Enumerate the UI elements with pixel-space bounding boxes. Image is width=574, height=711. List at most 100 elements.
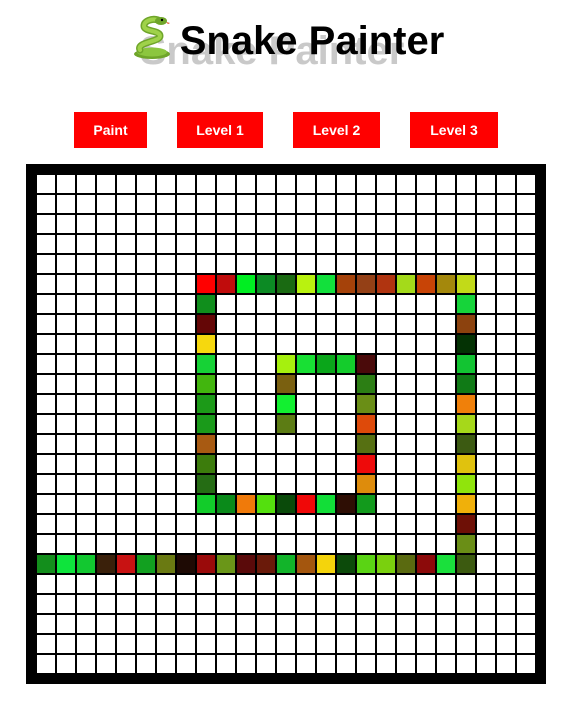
grid-cell[interactable]	[396, 334, 416, 354]
grid-cell[interactable]	[276, 514, 296, 534]
grid-cell[interactable]	[516, 594, 536, 614]
grid-cell[interactable]	[336, 634, 356, 654]
grid-cell[interactable]	[516, 574, 536, 594]
grid-cell[interactable]	[336, 454, 356, 474]
grid-cell[interactable]	[136, 594, 156, 614]
grid-cell[interactable]	[516, 174, 536, 194]
grid-cell[interactable]	[96, 394, 116, 414]
grid-cell[interactable]	[516, 234, 536, 254]
grid-cell[interactable]	[296, 614, 316, 634]
grid-cell[interactable]	[336, 314, 356, 334]
grid-cell[interactable]	[476, 654, 496, 674]
grid-cell[interactable]	[136, 354, 156, 374]
grid-cell[interactable]	[156, 254, 176, 274]
grid-cell[interactable]	[376, 534, 396, 554]
grid-cell[interactable]	[316, 474, 336, 494]
grid-cell[interactable]	[236, 274, 256, 294]
grid-cell[interactable]	[36, 334, 56, 354]
grid-cell[interactable]	[176, 434, 196, 454]
grid-cell[interactable]	[356, 454, 376, 474]
grid-cell[interactable]	[376, 294, 396, 314]
grid-cell[interactable]	[116, 294, 136, 314]
grid-cell[interactable]	[116, 454, 136, 474]
grid-cell[interactable]	[76, 294, 96, 314]
grid-cell[interactable]	[416, 474, 436, 494]
grid-cell[interactable]	[96, 234, 116, 254]
grid-cell[interactable]	[396, 314, 416, 334]
grid-cell[interactable]	[96, 214, 116, 234]
grid-cell[interactable]	[396, 434, 416, 454]
grid-cell[interactable]	[376, 214, 396, 234]
grid-cell[interactable]	[156, 354, 176, 374]
grid-cell[interactable]	[416, 454, 436, 474]
grid-cell[interactable]	[136, 194, 156, 214]
grid-cell[interactable]	[376, 434, 396, 454]
grid-cell[interactable]	[156, 214, 176, 234]
grid-cell[interactable]	[36, 234, 56, 254]
grid-cell[interactable]	[456, 394, 476, 414]
grid-cell[interactable]	[296, 214, 316, 234]
grid-cell[interactable]	[396, 474, 416, 494]
grid-cell[interactable]	[156, 174, 176, 194]
grid-cell[interactable]	[196, 354, 216, 374]
grid-cell[interactable]	[296, 434, 316, 454]
grid-cell[interactable]	[496, 454, 516, 474]
grid-cell[interactable]	[56, 414, 76, 434]
grid-cell[interactable]	[476, 634, 496, 654]
grid-cell[interactable]	[436, 294, 456, 314]
grid-cell[interactable]	[336, 394, 356, 414]
grid-cell[interactable]	[56, 314, 76, 334]
grid-cell[interactable]	[196, 274, 216, 294]
grid-cell[interactable]	[476, 454, 496, 474]
grid-cell[interactable]	[436, 414, 456, 434]
grid-cell[interactable]	[356, 614, 376, 634]
grid-cell[interactable]	[476, 574, 496, 594]
grid-cell[interactable]	[236, 434, 256, 454]
grid-cell[interactable]	[196, 234, 216, 254]
grid-cell[interactable]	[216, 294, 236, 314]
grid-cell[interactable]	[436, 174, 456, 194]
grid-cell[interactable]	[76, 414, 96, 434]
grid-cell[interactable]	[136, 334, 156, 354]
grid-cell[interactable]	[416, 294, 436, 314]
grid-cell[interactable]	[296, 534, 316, 554]
grid-cell[interactable]	[416, 194, 436, 214]
grid-cell[interactable]	[196, 374, 216, 394]
grid-cell[interactable]	[496, 494, 516, 514]
grid-cell[interactable]	[456, 434, 476, 454]
grid-cell[interactable]	[116, 274, 136, 294]
grid-cell[interactable]	[256, 554, 276, 574]
grid-cell[interactable]	[316, 454, 336, 474]
grid-cell[interactable]	[516, 374, 536, 394]
grid-cell[interactable]	[336, 594, 356, 614]
grid-cell[interactable]	[76, 434, 96, 454]
grid-cell[interactable]	[436, 374, 456, 394]
grid-cell[interactable]	[296, 574, 316, 594]
grid-cell[interactable]	[376, 594, 396, 614]
grid-cell[interactable]	[56, 554, 76, 574]
grid-cell[interactable]	[336, 474, 356, 494]
grid-cell[interactable]	[496, 594, 516, 614]
grid-cell[interactable]	[176, 474, 196, 494]
grid-cell[interactable]	[96, 274, 116, 294]
grid-cell[interactable]	[376, 414, 396, 434]
grid-cell[interactable]	[76, 254, 96, 274]
grid-cell[interactable]	[376, 554, 396, 574]
grid-cell[interactable]	[36, 474, 56, 494]
grid-cell[interactable]	[316, 374, 336, 394]
grid-cell[interactable]	[416, 554, 436, 574]
grid-cell[interactable]	[456, 174, 476, 194]
grid-cell[interactable]	[516, 494, 536, 514]
grid-cell[interactable]	[276, 654, 296, 674]
grid-cell[interactable]	[236, 174, 256, 194]
grid-cell[interactable]	[136, 434, 156, 454]
grid-cell[interactable]	[276, 394, 296, 414]
grid-cell[interactable]	[436, 194, 456, 214]
grid-cell[interactable]	[316, 354, 336, 374]
grid-cell[interactable]	[376, 394, 396, 414]
grid-cell[interactable]	[336, 274, 356, 294]
grid-cell[interactable]	[436, 394, 456, 414]
grid-cell[interactable]	[496, 194, 516, 214]
grid-cell[interactable]	[216, 454, 236, 474]
grid-cell[interactable]	[196, 414, 216, 434]
